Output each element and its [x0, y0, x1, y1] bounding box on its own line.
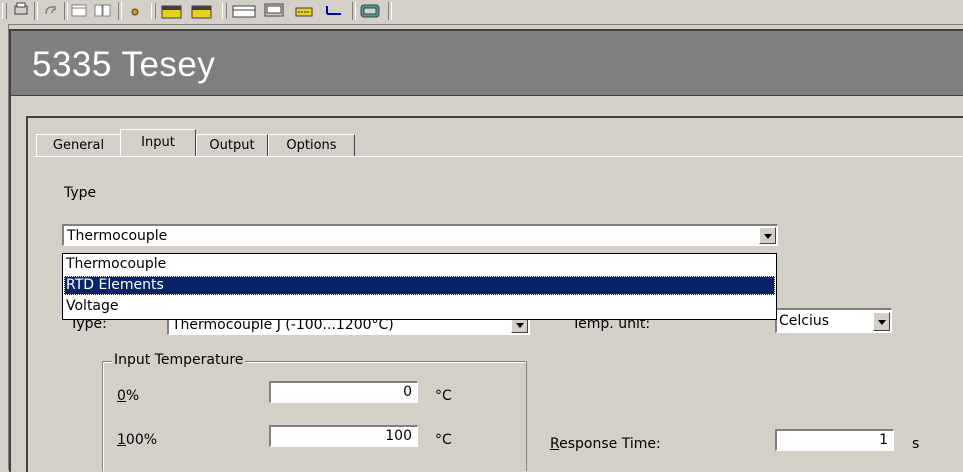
tab-label: Options	[286, 138, 337, 153]
dropdown-option-rtd-elements[interactable]: RTD Elements	[64, 276, 775, 295]
response-time-input[interactable]: 1	[775, 429, 894, 451]
keyboard-icon[interactable]	[232, 2, 256, 20]
toolbar	[0, 0, 963, 25]
hundred-percent-label-mnemonic: 1	[117, 432, 126, 448]
zero-percent-input[interactable]: 0	[269, 381, 418, 403]
tab-output[interactable]: Output	[196, 134, 268, 157]
zero-percent-unit: °C	[435, 388, 452, 404]
chevron-down-icon	[516, 323, 524, 328]
chevron-down-icon	[878, 320, 886, 325]
left-border	[0, 24, 9, 470]
toolbar-grip	[151, 3, 156, 19]
toolbar-separator	[118, 2, 122, 20]
input-temperature-group-label: Input Temperature	[112, 352, 246, 368]
toolbar-grip	[222, 3, 227, 19]
toolbar-separator	[388, 2, 392, 20]
device-icon[interactable]	[292, 2, 314, 20]
hundred-percent-label: 100%	[117, 432, 157, 448]
page-title: 5335 Tesey	[32, 45, 216, 84]
dropdown-option-thermocouple[interactable]: Thermocouple	[64, 255, 775, 274]
tab-label: General	[52, 138, 105, 153]
toolbar-grip[interactable]	[2, 3, 7, 19]
type-combobox-value: Thermocouple	[67, 228, 168, 244]
tab-input[interactable]: Input	[120, 129, 196, 156]
temp-unit-dropdown-button[interactable]	[873, 312, 890, 331]
tab-options[interactable]: Options	[268, 134, 355, 157]
hundred-percent-input[interactable]: 100	[269, 425, 418, 447]
display-icon[interactable]	[358, 2, 380, 20]
print-icon[interactable]	[10, 2, 32, 20]
open-folder-icon[interactable]	[160, 2, 182, 20]
tile-icon[interactable]	[92, 2, 114, 20]
temp-unit-value: Celcius	[779, 313, 830, 329]
response-time-unit: s	[912, 436, 920, 452]
response-time-label: Response Time:	[550, 436, 661, 452]
response-time-label-mnemonic: R	[550, 436, 560, 452]
hundred-percent-label-rest: 00%	[125, 432, 158, 448]
response-time-label-rest: esponse Time:	[559, 436, 661, 452]
window-icon[interactable]	[68, 2, 90, 20]
help-icon[interactable]	[124, 2, 146, 20]
type-label: Type	[64, 185, 97, 201]
input-temperature-group	[102, 361, 527, 471]
dropdown-option-voltage[interactable]: Voltage	[64, 297, 775, 316]
toolbar-separator	[34, 2, 38, 20]
hundred-percent-unit: °C	[435, 432, 452, 448]
toolbar-separator	[352, 2, 356, 20]
type-combobox[interactable]: Thermocouple	[62, 224, 778, 246]
undo-icon[interactable]	[40, 2, 62, 20]
line-icon[interactable]	[322, 2, 344, 20]
tab-panel-border	[34, 156, 963, 157]
type-dropdown-list: Thermocouple RTD Elements Voltage	[62, 253, 777, 320]
tab-label: Input	[141, 135, 175, 150]
zero-percent-label-mnemonic: 0	[117, 388, 126, 404]
tab-general[interactable]: General	[36, 134, 121, 157]
chevron-down-icon	[764, 234, 772, 239]
zero-percent-label-rest: %	[125, 388, 140, 404]
type-dropdown-button[interactable]	[759, 227, 776, 244]
save-folder-icon[interactable]	[190, 2, 212, 20]
temp-unit-combobox[interactable]: Celcius	[775, 308, 892, 333]
zero-percent-label: 0%	[117, 388, 139, 404]
tab-label: Output	[209, 138, 255, 153]
monitor-icon[interactable]	[262, 2, 284, 20]
